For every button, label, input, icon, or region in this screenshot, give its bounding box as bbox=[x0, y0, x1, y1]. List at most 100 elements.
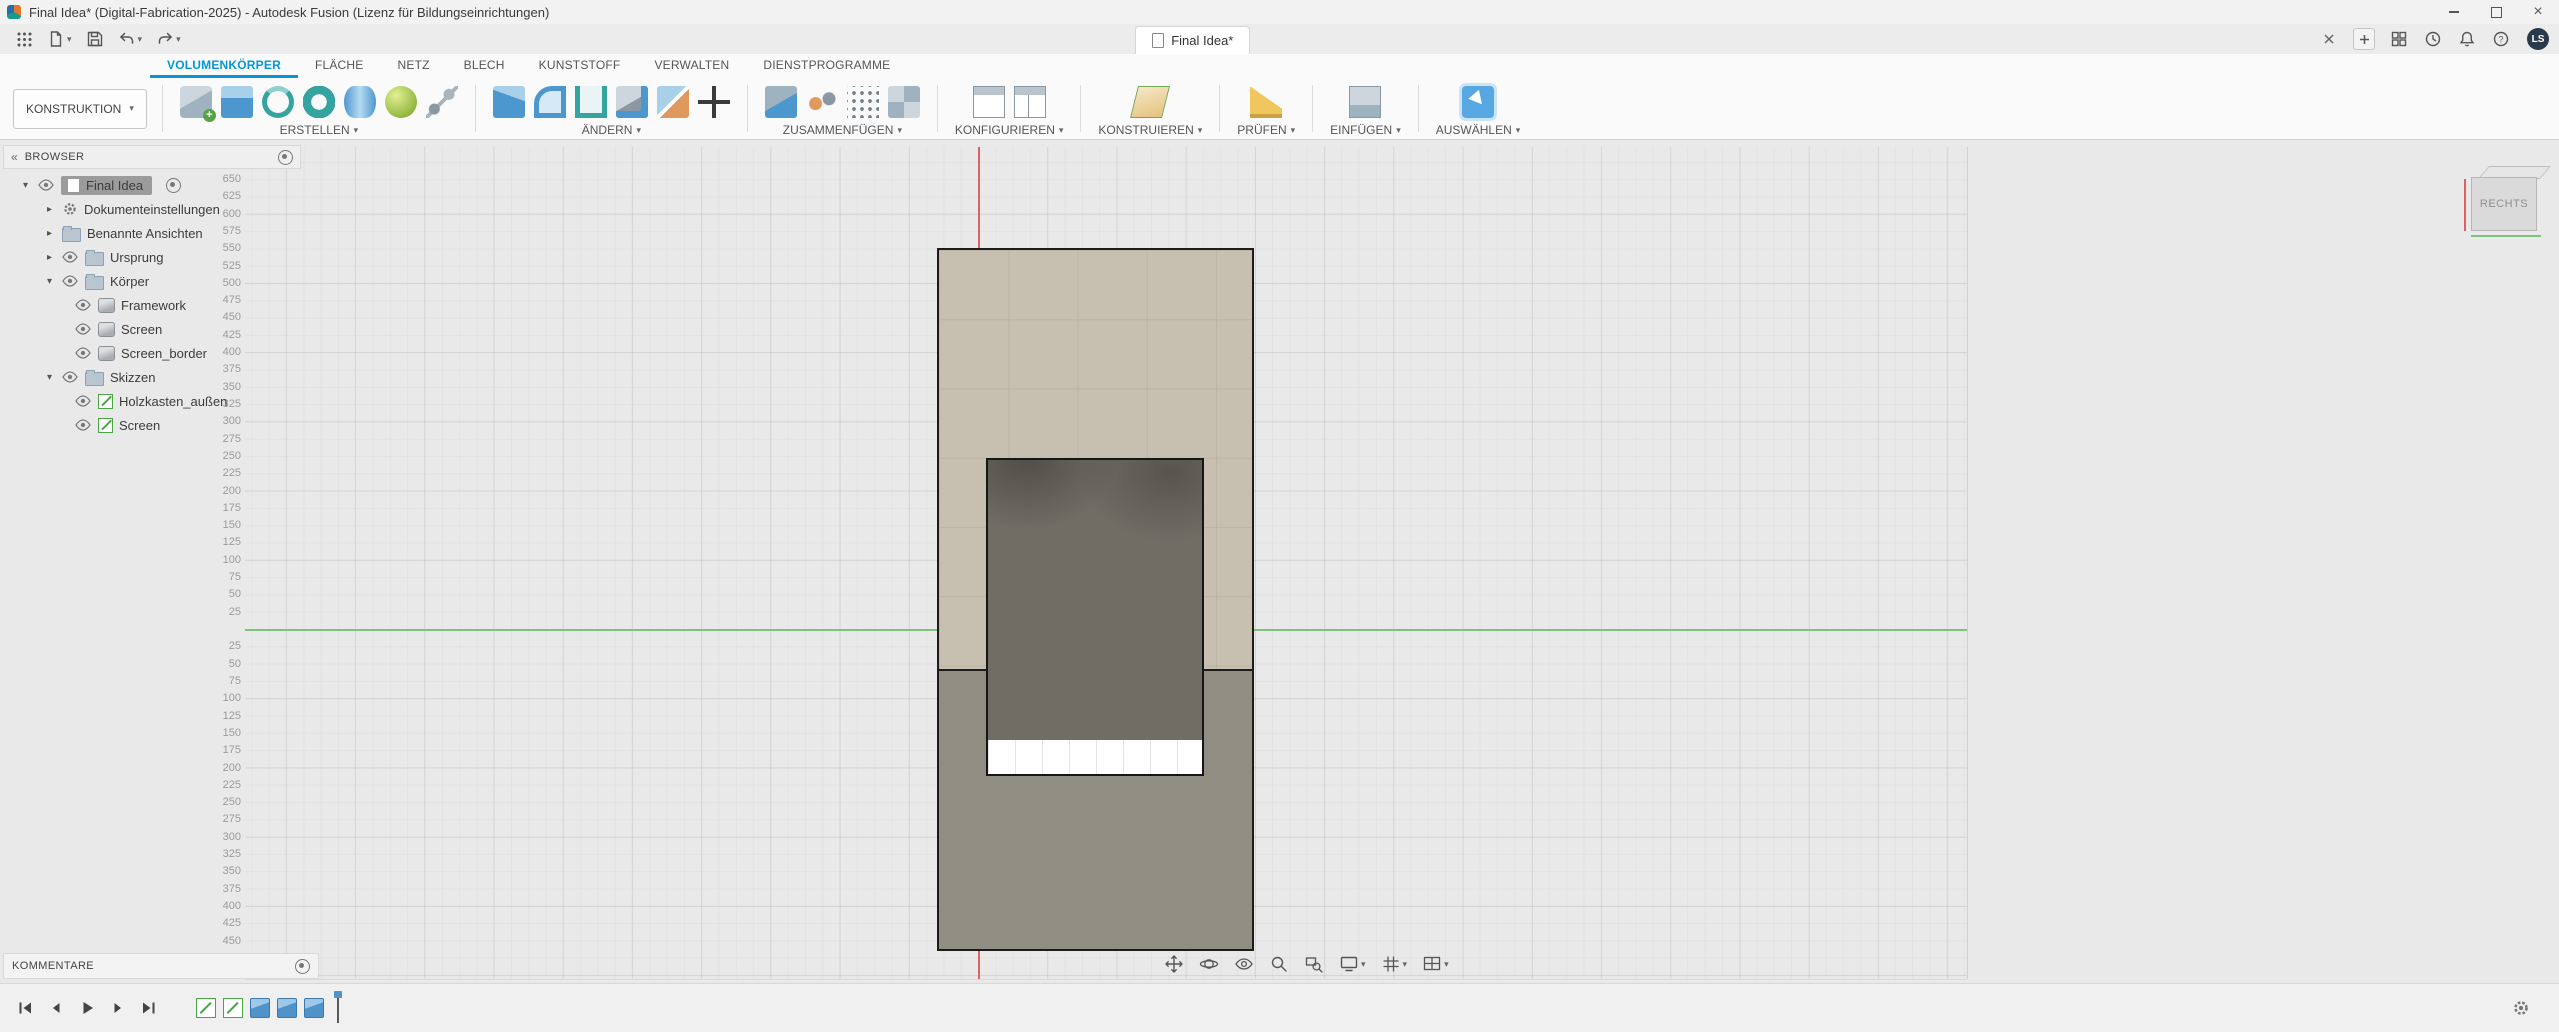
fillet-icon[interactable] bbox=[534, 86, 566, 118]
help-button[interactable]: ? bbox=[2491, 29, 2511, 49]
visibility-eye-icon[interactable] bbox=[38, 179, 55, 191]
job-status-button[interactable] bbox=[2423, 29, 2443, 49]
toolbar-group-label[interactable]: KONSTRUIEREN▾ bbox=[1098, 123, 1202, 137]
visibility-eye-icon[interactable] bbox=[62, 371, 79, 383]
look-at-button[interactable] bbox=[1232, 952, 1256, 976]
visibility-eye-icon[interactable] bbox=[62, 275, 79, 287]
orbit-button[interactable] bbox=[1197, 952, 1221, 976]
grid-settings-button[interactable]: ▾ bbox=[1379, 952, 1410, 976]
tree-row-screen[interactable]: Screen bbox=[3, 317, 301, 341]
tree-row-benannte-ansichten[interactable]: ▸Benannte Ansichten bbox=[3, 221, 301, 245]
expand-caret-icon[interactable]: ▸ bbox=[43, 228, 56, 239]
avatar[interactable]: LS bbox=[2527, 28, 2549, 50]
loft-icon[interactable] bbox=[344, 86, 376, 118]
ribbon-tab-blech[interactable]: BLECH bbox=[447, 54, 522, 78]
undo-button[interactable]: ▾ bbox=[116, 28, 145, 50]
notifications-button[interactable] bbox=[2457, 29, 2477, 49]
ribbon-tab-fläche[interactable]: FLÄCHE bbox=[298, 54, 381, 78]
tree-row-holzkasten-außen[interactable]: Holzkasten_außen bbox=[3, 389, 301, 413]
split-body-icon[interactable] bbox=[657, 86, 689, 118]
join-icon[interactable] bbox=[765, 86, 797, 118]
activate-component-radio[interactable] bbox=[166, 178, 181, 193]
align-icon[interactable] bbox=[847, 86, 879, 118]
step-back-button[interactable] bbox=[45, 997, 67, 1019]
view-cube-front-face[interactable]: RECHTS bbox=[2471, 177, 2537, 231]
model-body[interactable] bbox=[937, 248, 1254, 951]
go-to-start-button[interactable] bbox=[14, 997, 36, 1019]
collapse-panel-icon[interactable]: « bbox=[11, 151, 18, 163]
minimize-button[interactable] bbox=[2433, 0, 2475, 24]
browser-options-icon[interactable] bbox=[278, 150, 293, 165]
joint-icon[interactable] bbox=[806, 86, 838, 118]
tree-row-ursprung[interactable]: ▸Ursprung bbox=[3, 245, 301, 269]
visibility-eye-icon[interactable] bbox=[75, 347, 92, 359]
configure-icon[interactable] bbox=[973, 86, 1005, 118]
extensions-button[interactable] bbox=[2389, 29, 2409, 49]
tree-row-screen-border[interactable]: Screen_border bbox=[3, 341, 301, 365]
extrude-icon[interactable] bbox=[221, 86, 253, 118]
configuration-table-icon[interactable] bbox=[1014, 86, 1046, 118]
pattern-icon[interactable] bbox=[888, 86, 920, 118]
tree-row-körper[interactable]: ▾Körper bbox=[3, 269, 301, 293]
shell-icon[interactable] bbox=[575, 86, 607, 118]
tree-row-framework[interactable]: Framework bbox=[3, 293, 301, 317]
tree-row-skizzen[interactable]: ▾Skizzen bbox=[3, 365, 301, 389]
pan-button[interactable] bbox=[1162, 952, 1186, 976]
visibility-eye-icon[interactable] bbox=[75, 323, 92, 335]
display-settings-button[interactable]: ▾ bbox=[1337, 952, 1368, 976]
go-to-end-button[interactable] bbox=[138, 997, 160, 1019]
toolbar-group-label[interactable]: PRÜFEN▾ bbox=[1237, 123, 1295, 137]
konstruktion-dropdown[interactable]: KONSTRUKTION ▾ bbox=[13, 89, 147, 129]
visibility-eye-icon[interactable] bbox=[75, 299, 92, 311]
ribbon-tab-verwalten[interactable]: VERWALTEN bbox=[637, 54, 746, 78]
save-button[interactable] bbox=[84, 28, 106, 50]
move-icon[interactable] bbox=[698, 86, 730, 118]
pipe-icon[interactable] bbox=[426, 86, 458, 118]
fit-button[interactable] bbox=[1302, 952, 1326, 976]
sketch-feature-icon[interactable] bbox=[196, 998, 216, 1018]
revolve-icon[interactable] bbox=[262, 86, 294, 118]
expand-caret-icon[interactable]: ▾ bbox=[19, 180, 32, 191]
combine-icon[interactable] bbox=[616, 86, 648, 118]
timeline-marker[interactable] bbox=[337, 993, 339, 1023]
visibility-eye-icon[interactable] bbox=[62, 251, 79, 263]
press-pull-icon[interactable] bbox=[493, 86, 525, 118]
visibility-eye-icon[interactable] bbox=[75, 395, 92, 407]
toolbar-group-label[interactable]: EINFÜGEN▾ bbox=[1330, 123, 1401, 137]
expand-caret-icon[interactable]: ▸ bbox=[43, 204, 56, 215]
expand-caret-icon[interactable]: ▾ bbox=[43, 276, 56, 287]
toolbar-group-label[interactable]: ERSTELLEN▾ bbox=[280, 123, 359, 137]
insert-icon[interactable] bbox=[1349, 86, 1381, 118]
selected-item-pill[interactable]: Final Idea bbox=[61, 176, 152, 195]
toolbar-group-label[interactable]: ZUSAMMENFÜGEN▾ bbox=[783, 123, 902, 137]
viewports-button[interactable]: ▾ bbox=[1420, 952, 1451, 976]
app-grid-button[interactable] bbox=[14, 29, 35, 50]
document-tab[interactable]: Final Idea* bbox=[1135, 26, 1250, 54]
new-component-icon[interactable] bbox=[180, 86, 212, 118]
tree-row-screen[interactable]: Screen bbox=[3, 413, 301, 437]
ribbon-tab-kunststoff[interactable]: KUNSTSTOFF bbox=[522, 54, 638, 78]
comments-options-icon[interactable] bbox=[295, 959, 310, 974]
close-tab-button[interactable] bbox=[2319, 29, 2339, 49]
close-button[interactable]: × bbox=[2517, 0, 2559, 24]
extrude-feature-icon[interactable] bbox=[304, 998, 324, 1018]
redo-button[interactable]: ▾ bbox=[154, 28, 183, 50]
tree-row-dokumenteinstellungen[interactable]: ▸Dokumenteinstellungen bbox=[3, 197, 301, 221]
ribbon-tab-volumenkörper[interactable]: VOLUMENKÖRPER bbox=[150, 54, 298, 78]
model-screen-cutout[interactable] bbox=[986, 458, 1204, 776]
construction-plane-icon[interactable] bbox=[1130, 86, 1170, 118]
ribbon-tab-dienstprogramme[interactable]: DIENSTPROGRAMME bbox=[746, 54, 907, 78]
step-forward-button[interactable] bbox=[107, 997, 129, 1019]
tree-row-final-idea[interactable]: ▾ Final Idea bbox=[3, 173, 301, 197]
toolbar-group-label[interactable]: KONFIGURIEREN▾ bbox=[955, 123, 1064, 137]
model-white-strip[interactable] bbox=[988, 740, 1202, 774]
sketch-feature-icon[interactable] bbox=[223, 998, 243, 1018]
play-button[interactable] bbox=[76, 997, 98, 1019]
comments-panel[interactable]: KOMMENTARE bbox=[3, 953, 319, 979]
new-tab-button[interactable] bbox=[2353, 28, 2375, 50]
select-icon[interactable] bbox=[1462, 86, 1494, 118]
measure-icon[interactable] bbox=[1250, 86, 1282, 118]
ribbon-tab-netz[interactable]: NETZ bbox=[381, 54, 447, 78]
extrude-feature-icon[interactable] bbox=[277, 998, 297, 1018]
extrude-feature-icon[interactable] bbox=[250, 998, 270, 1018]
